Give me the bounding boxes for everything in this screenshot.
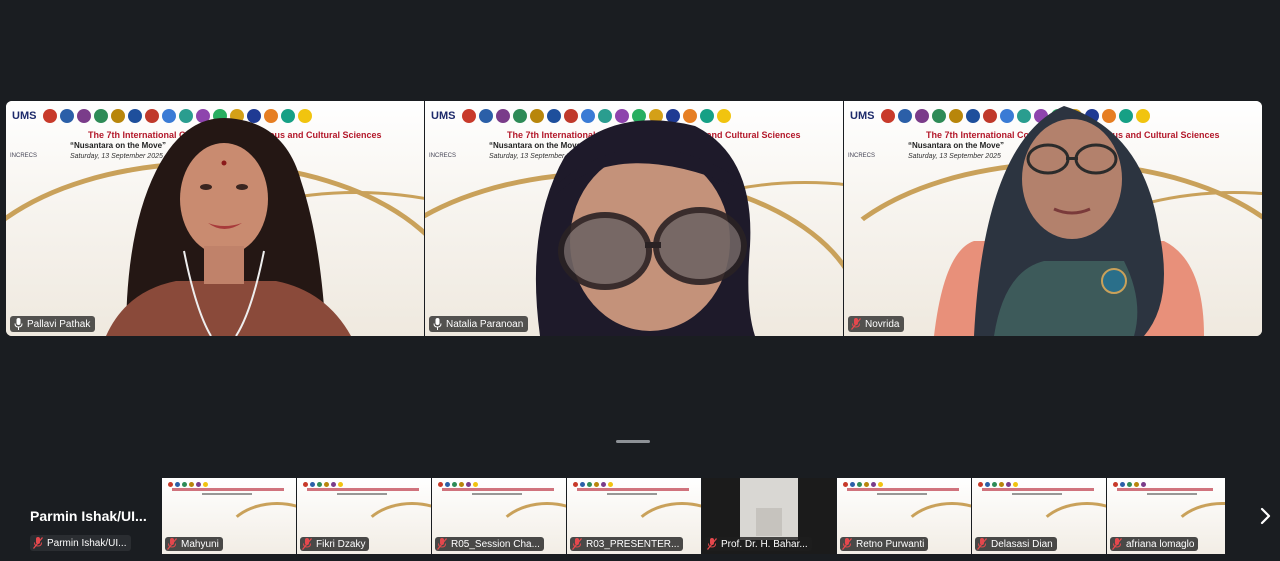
sub-org-label: INCRECS — [429, 153, 457, 159]
participant-name-tag: afriana lomaglo — [1110, 537, 1199, 551]
participant-name-tag: Fikri Dzaky — [300, 537, 370, 551]
participant-name: Novrida — [865, 318, 900, 330]
participant-tile[interactable]: UMS The 7th International Conference on … — [844, 101, 1262, 336]
participant-name: Retno Purwanti — [856, 538, 925, 550]
microphone-muted-icon — [33, 537, 43, 549]
participant-video — [535, 120, 755, 336]
participant-thumbnail[interactable]: Delasasi Dian — [972, 478, 1106, 554]
microphone-muted-icon — [572, 538, 582, 550]
self-view-name: Parmin Ishak/UI... — [30, 508, 147, 524]
next-page-button[interactable] — [1252, 504, 1278, 528]
microphone-muted-icon — [167, 538, 177, 550]
org-logo-text: UMS — [850, 110, 875, 122]
microphone-icon — [432, 318, 442, 330]
participant-name-tag: R03_PRESENTER... — [570, 537, 684, 551]
participant-name: Natalia Paranoan — [446, 318, 524, 330]
participant-thumbnail[interactable]: afriana lomaglo — [1107, 478, 1225, 554]
participant-strip: Parmin Ishak/UI... Parmin Ishak/UI... Ma… — [0, 478, 1280, 554]
microphone-muted-icon — [977, 538, 987, 550]
sub-org-label: INCRECS — [848, 153, 876, 159]
participant-name-tag: R05_Session Cha... — [435, 537, 544, 551]
sub-org-label: INCRECS — [10, 153, 38, 159]
self-view-tag: Parmin Ishak/UI... — [30, 535, 132, 551]
org-logo-text: UMS — [12, 110, 37, 122]
participant-name: Prof. Dr. H. Bahar... — [721, 538, 808, 550]
microphone-muted-icon — [842, 538, 852, 550]
participant-name: Delasasi Dian — [991, 538, 1053, 550]
self-view-label: Parmin Ishak/UI... — [47, 537, 127, 549]
participant-name: afriana lomaglo — [1126, 538, 1195, 550]
participant-thumbnail[interactable]: Mahyuni — [162, 478, 296, 554]
participant-name-tag: Retno Purwanti — [840, 537, 929, 551]
participant-tile-active-speaker[interactable]: UMS The 7th International Conference on … — [425, 101, 843, 336]
microphone-muted-icon — [1112, 538, 1122, 550]
chevron-right-icon — [1260, 507, 1271, 525]
microphone-muted-icon — [437, 538, 447, 550]
participant-name-tag: Novrida — [848, 316, 905, 332]
microphone-muted-icon — [707, 538, 717, 550]
microphone-muted-icon — [302, 538, 312, 550]
participant-video — [740, 478, 798, 540]
participant-name-tag: Natalia Paranoan — [429, 316, 529, 332]
participant-thumbnail[interactable]: R03_PRESENTER... — [567, 478, 701, 554]
org-logo-text: UMS — [431, 110, 456, 122]
participant-thumbnail[interactable]: Prof. Dr. H. Bahar... — [702, 478, 836, 554]
participant-name-tag: Mahyuni — [165, 537, 223, 551]
participant-video — [934, 106, 1204, 336]
participant-thumbnail[interactable]: Fikri Dzaky — [297, 478, 431, 554]
participant-name: Fikri Dzaky — [316, 538, 366, 550]
participant-name-tag: Prof. Dr. H. Bahar... — [705, 537, 812, 551]
participant-name: Pallavi Pathak — [27, 318, 91, 330]
participant-name-tag: Pallavi Pathak — [10, 316, 96, 332]
participant-name: Mahyuni — [181, 538, 219, 550]
participant-tile[interactable]: UMS The 7th International Conference on … — [6, 101, 424, 336]
resize-handle[interactable] — [616, 440, 650, 443]
microphone-muted-icon — [851, 318, 861, 330]
microphone-icon — [13, 318, 23, 330]
participant-name-tag: Delasasi Dian — [975, 537, 1057, 551]
participant-name: R03_PRESENTER... — [586, 538, 680, 550]
participant-video — [106, 118, 351, 336]
video-grid: UMS The 7th International Conference on … — [6, 101, 1262, 336]
participant-thumbnail[interactable]: Retno Purwanti — [837, 478, 971, 554]
participant-name: R05_Session Cha... — [451, 538, 540, 550]
participant-thumbnail[interactable]: R05_Session Cha... — [432, 478, 566, 554]
